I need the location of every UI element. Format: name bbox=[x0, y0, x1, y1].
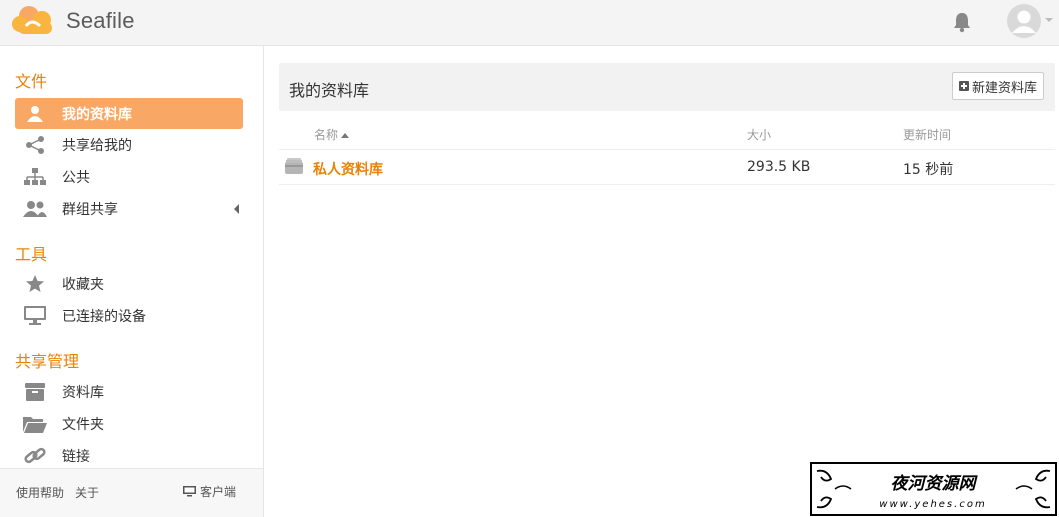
plus-square-icon bbox=[958, 81, 969, 91]
sidebar-item-label: 我的资料库 bbox=[62, 106, 132, 123]
sidebar-footer: 使用帮助 关于 客户端 bbox=[0, 468, 263, 517]
sidebar-item-share-folders[interactable]: 文件夹 bbox=[15, 408, 243, 439]
sidebar-item-label: 资料库 bbox=[62, 384, 104, 401]
help-link[interactable]: 使用帮助 bbox=[16, 484, 64, 501]
section-title-files: 文件 bbox=[15, 72, 48, 91]
monitor-small-icon bbox=[183, 486, 196, 497]
link-icon bbox=[23, 445, 47, 467]
sidebar-item-label: 共享给我的 bbox=[62, 137, 132, 154]
org-chart-icon bbox=[23, 166, 47, 188]
sidebar-item-public[interactable]: 公共 bbox=[15, 161, 243, 192]
sidebar-item-label: 收藏夹 bbox=[62, 276, 104, 293]
library-name-link[interactable]: 私人资料库 bbox=[313, 159, 383, 179]
sidebar-item-share-links[interactable]: 链接 bbox=[15, 440, 243, 471]
sidebar-item-group-shares[interactable]: 群组共享 bbox=[15, 193, 243, 224]
brand-name: Seafile bbox=[66, 8, 135, 33]
watermark-stamp: 夜河资源网 www.yehes.com bbox=[809, 461, 1058, 517]
group-icon bbox=[23, 198, 47, 220]
client-label: 客户端 bbox=[200, 485, 237, 499]
new-library-button[interactable]: 新建资料库 bbox=[952, 72, 1044, 100]
sidebar-item-label: 公共 bbox=[62, 169, 90, 186]
table-header: 名称 大小 更新时间 bbox=[279, 121, 1055, 150]
bell-icon[interactable] bbox=[951, 11, 973, 33]
library-size: 293.5 KB bbox=[747, 159, 811, 175]
column-header-name[interactable]: 名称 bbox=[314, 126, 350, 143]
avatar-icon[interactable] bbox=[1006, 3, 1042, 39]
about-link[interactable]: 关于 bbox=[75, 484, 99, 501]
sidebar-item-label: 已连接的设备 bbox=[62, 308, 146, 325]
sidebar-item-shared-with-me[interactable]: 共享给我的 bbox=[15, 129, 243, 160]
column-header-updated[interactable]: 更新时间 bbox=[903, 126, 951, 143]
new-library-label: 新建资料库 bbox=[971, 80, 1037, 96]
sidebar-item-label: 文件夹 bbox=[62, 416, 104, 433]
sidebar-item-my-libraries[interactable]: 我的资料库 bbox=[15, 98, 243, 129]
library-icon bbox=[285, 158, 303, 174]
cloud-logo-icon bbox=[12, 6, 52, 34]
section-title-share-admin: 共享管理 bbox=[15, 352, 80, 371]
seafile-logo[interactable]: Seafile bbox=[10, 4, 160, 38]
sidebar: 文件 我的资料库 共享给我的 公共 群组共享 工具 收藏夹 已连接的设备 共享管… bbox=[0, 46, 264, 517]
client-link[interactable]: 客户端 bbox=[183, 483, 236, 500]
top-bar: Seafile bbox=[0, 0, 1059, 46]
column-header-size[interactable]: 大小 bbox=[747, 126, 771, 143]
library-header: 我的资料库 新建资料库 bbox=[279, 63, 1055, 111]
sort-asc-icon bbox=[341, 133, 350, 138]
watermark-text: 夜河资源网 bbox=[891, 474, 979, 494]
share-icon bbox=[23, 134, 47, 156]
sidebar-item-devices[interactable]: 已连接的设备 bbox=[15, 300, 243, 331]
avatar-dropdown-caret[interactable] bbox=[1045, 18, 1053, 22]
sidebar-item-share-libraries[interactable]: 资料库 bbox=[15, 376, 243, 407]
monitor-icon bbox=[23, 305, 47, 327]
table-row[interactable]: 私人资料库 293.5 KB 15 秒前 bbox=[279, 150, 1055, 185]
library-updated: 15 秒前 bbox=[903, 162, 954, 178]
sidebar-item-favorites[interactable]: 收藏夹 bbox=[15, 268, 243, 299]
section-title-tools: 工具 bbox=[15, 245, 48, 264]
watermark-url: www.yehes.com bbox=[879, 499, 986, 510]
star-icon bbox=[23, 273, 47, 295]
sidebar-item-label: 链接 bbox=[62, 448, 90, 465]
archive-icon bbox=[23, 381, 47, 403]
folder-open-icon bbox=[23, 413, 47, 435]
caret-left-icon[interactable] bbox=[234, 204, 239, 214]
user-icon bbox=[23, 103, 47, 125]
sidebar-item-label: 群组共享 bbox=[62, 201, 118, 218]
column-name-label: 名称 bbox=[314, 128, 339, 142]
page-title: 我的资料库 bbox=[289, 81, 370, 100]
